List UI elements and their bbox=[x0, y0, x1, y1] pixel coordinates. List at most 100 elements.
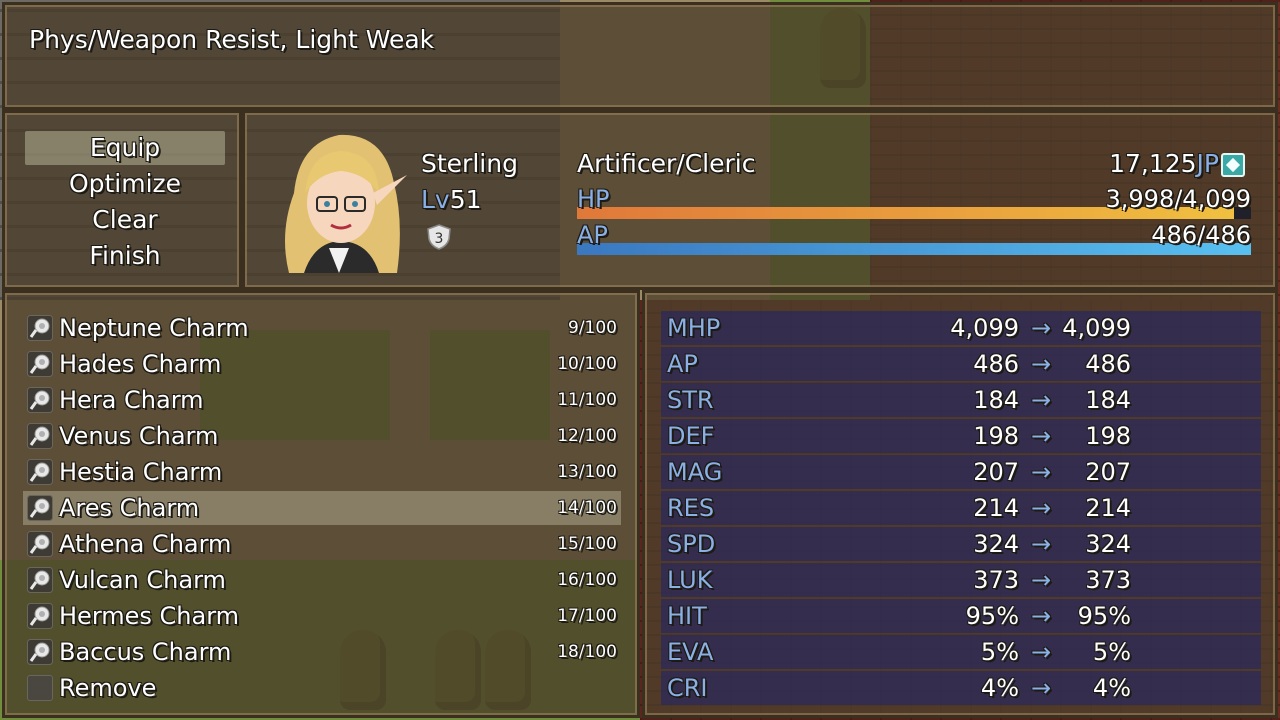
charm-icon bbox=[27, 495, 53, 521]
stat-row: MHP 4,099 → 4,099 bbox=[661, 311, 1261, 345]
stat-row: STR 184 → 184 bbox=[661, 383, 1261, 417]
charm-icon bbox=[27, 459, 53, 485]
badge-number: 3 bbox=[435, 231, 444, 247]
clear-command[interactable]: Clear bbox=[25, 203, 225, 237]
stat-new: 4,099 bbox=[1062, 314, 1131, 342]
stat-current: 373 bbox=[973, 566, 1019, 594]
right-arrow-icon: → bbox=[1031, 458, 1052, 486]
list-item[interactable]: Baccus Charm 18/100 bbox=[23, 635, 621, 669]
item-name: Baccus Charm bbox=[59, 638, 232, 666]
finish-command[interactable]: Finish bbox=[25, 239, 225, 273]
list-item[interactable]: Ares Charm 14/100 bbox=[23, 491, 621, 525]
stat-name: DEF bbox=[667, 422, 715, 450]
list-item[interactable]: Hermes Charm 17/100 bbox=[23, 599, 621, 633]
jp-value: 17,125 bbox=[1109, 149, 1197, 178]
stat-row: CRI 4% → 4% bbox=[661, 671, 1261, 705]
stat-name: LUK bbox=[667, 566, 713, 594]
stat-new: 324 bbox=[1085, 530, 1131, 558]
stat-current: 486 bbox=[973, 350, 1019, 378]
stat-row: RES 214 → 214 bbox=[661, 491, 1261, 525]
right-arrow-icon: → bbox=[1031, 638, 1052, 666]
hp-gauge: HP 3,998/4,099 bbox=[577, 185, 1251, 219]
stat-row: HIT 95% → 95% bbox=[661, 599, 1261, 633]
charm-icon bbox=[27, 603, 53, 629]
stat-name: HIT bbox=[667, 602, 707, 630]
charm-icon bbox=[27, 639, 53, 665]
item-name: Hera Charm bbox=[59, 386, 204, 414]
list-item[interactable]: Vulcan Charm 16/100 bbox=[23, 563, 621, 597]
right-arrow-icon: → bbox=[1031, 674, 1052, 702]
stat-new: 486 bbox=[1085, 350, 1131, 378]
stat-current: 214 bbox=[973, 494, 1019, 522]
item-count: 17/100 bbox=[557, 606, 617, 626]
item-count: 13/100 bbox=[557, 462, 617, 482]
stat-row: LUK 373 → 373 bbox=[661, 563, 1261, 597]
item-name: Hestia Charm bbox=[59, 458, 223, 486]
ap-bar-track bbox=[577, 243, 1251, 255]
right-arrow-icon: → bbox=[1031, 314, 1052, 342]
right-arrow-icon: → bbox=[1031, 422, 1052, 450]
equip-command[interactable]: Equip bbox=[25, 131, 225, 165]
charm-icon bbox=[27, 567, 53, 593]
item-name: Venus Charm bbox=[59, 422, 219, 450]
item-name: Ares Charm bbox=[59, 494, 200, 522]
remove-item[interactable]: Remove bbox=[23, 671, 621, 705]
actor-name: Sterling bbox=[421, 149, 518, 178]
list-item[interactable]: Hera Charm 11/100 bbox=[23, 383, 621, 417]
stat-name: MAG bbox=[667, 458, 723, 486]
stat-current: 184 bbox=[973, 386, 1019, 414]
stat-row: MAG 207 → 207 bbox=[661, 455, 1261, 489]
empty-slot-icon bbox=[27, 675, 53, 701]
ap-value: 486/486 bbox=[1151, 221, 1251, 249]
actor-status-window: Sterling Lv51 3 Artificer/Cleric 17,125J… bbox=[242, 110, 1278, 290]
list-item[interactable]: Hades Charm 10/100 bbox=[23, 347, 621, 381]
item-name: Remove bbox=[59, 674, 157, 702]
stat-new: 5% bbox=[1092, 638, 1131, 666]
stat-name: AP bbox=[667, 350, 698, 378]
right-arrow-icon: → bbox=[1031, 350, 1052, 378]
stat-name: RES bbox=[667, 494, 715, 522]
hp-label: HP bbox=[577, 185, 610, 213]
stat-current: 324 bbox=[973, 530, 1019, 558]
stat-row: AP 486 → 486 bbox=[661, 347, 1261, 381]
item-count: 10/100 bbox=[557, 354, 617, 374]
item-count: 11/100 bbox=[557, 390, 617, 410]
ap-label: AP bbox=[577, 221, 608, 249]
stat-name: STR bbox=[667, 386, 714, 414]
item-count: 14/100 bbox=[557, 498, 617, 518]
right-arrow-icon: → bbox=[1031, 566, 1052, 594]
charm-icon bbox=[27, 531, 53, 557]
item-name: Hermes Charm bbox=[59, 602, 240, 630]
stat-row: EVA 5% → 5% bbox=[661, 635, 1261, 669]
stat-current: 95% bbox=[965, 602, 1019, 630]
help-window: Phys/Weapon Resist, Light Weak bbox=[2, 2, 1278, 110]
stat-name: EVA bbox=[667, 638, 714, 666]
stat-new: 214 bbox=[1085, 494, 1131, 522]
charm-icon bbox=[27, 387, 53, 413]
stat-name: MHP bbox=[667, 314, 721, 342]
item-name: Vulcan Charm bbox=[59, 566, 226, 594]
stat-compare-window: MHP 4,099 → 4,099 AP 486 → 486 STR 184 → 184 DEF 198 →… bbox=[642, 290, 1278, 718]
stat-current: 207 bbox=[973, 458, 1019, 486]
ap-bar-fill bbox=[577, 243, 1251, 255]
item-count: 18/100 bbox=[557, 642, 617, 662]
stat-current: 4% bbox=[980, 674, 1019, 702]
list-item[interactable]: Hestia Charm 13/100 bbox=[23, 455, 621, 489]
list-item[interactable]: Neptune Charm 9/100 bbox=[23, 311, 621, 345]
stat-name: SPD bbox=[667, 530, 716, 558]
actor-level: Lv51 bbox=[421, 185, 482, 214]
stat-current: 198 bbox=[973, 422, 1019, 450]
stat-new: 207 bbox=[1085, 458, 1131, 486]
ap-gauge: AP 486/486 bbox=[577, 221, 1251, 255]
optimize-command[interactable]: Optimize bbox=[25, 167, 225, 201]
right-arrow-icon: → bbox=[1031, 530, 1052, 558]
charm-icon bbox=[27, 351, 53, 377]
actor-class: Artificer/Cleric bbox=[577, 149, 756, 178]
jp-crystal-icon bbox=[1221, 153, 1245, 177]
item-count: 9/100 bbox=[568, 318, 617, 338]
list-item[interactable]: Athena Charm 15/100 bbox=[23, 527, 621, 561]
list-item[interactable]: Venus Charm 12/100 bbox=[23, 419, 621, 453]
help-text: Phys/Weapon Resist, Light Weak bbox=[29, 25, 435, 54]
stat-new: 184 bbox=[1085, 386, 1131, 414]
item-count: 15/100 bbox=[557, 534, 617, 554]
